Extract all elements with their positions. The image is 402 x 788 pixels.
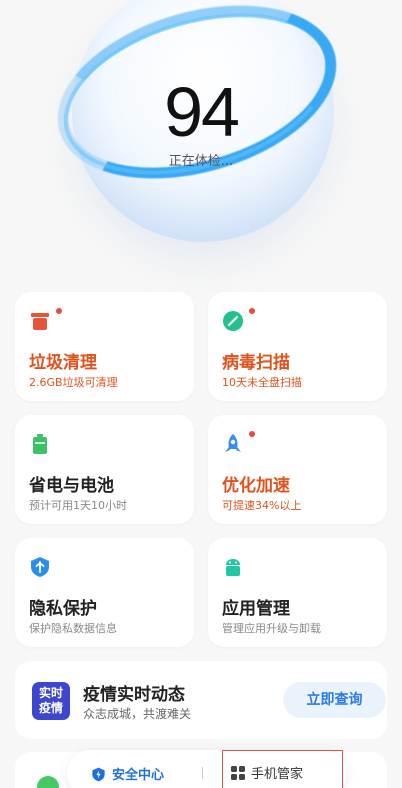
epidemic-banner[interactable]: 实时 疫情 疫情实时动态 众志成城，共渡难关 立即查询 [15,661,387,739]
green-app-icon [37,776,59,788]
card-title: 隐私保护 [29,599,97,619]
card-junk-clean[interactable]: 垃圾清理 2.6GB垃圾可清理 [15,292,194,401]
card-subtitle: 预计可用1天10小时 [29,499,127,512]
scan-status: 正在体检... [168,154,234,169]
logo-line1: 实时 [38,686,63,700]
card-virus-scan[interactable]: 病毒扫描 10天未全盘扫描 [208,292,387,401]
card-title: 省电与电池 [29,476,114,496]
logo-line2: 疫情 [38,701,63,715]
card-subtitle: 2.6GB垃圾可清理 [29,376,118,389]
tab-label: 手机管家 [251,767,304,782]
card-subtitle: 管理应用升级与卸载 [222,622,321,635]
banner-subtitle: 众志成城，共渡难关 [83,707,192,721]
epidemic-logo: 实时 疫情 [32,682,70,720]
tab-divider [202,767,203,779]
tab-phone-manager[interactable]: 手机管家 [222,750,343,788]
trash-icon [31,313,49,330]
rocket-icon [225,434,241,452]
card-title: 病毒扫描 [222,353,290,373]
card-battery[interactable]: 省电与电池 预计可用1天10小时 [15,415,194,524]
alert-dot [56,308,62,314]
tab-security-center[interactable]: 安全中心 [91,764,164,783]
android-icon [226,559,240,576]
grid-icon [231,766,245,780]
card-title: 优化加速 [222,476,290,496]
shield-scan-icon [223,311,243,331]
health-score: 94 [164,73,240,151]
banner-title: 疫情实时动态 [83,685,185,705]
query-now-button[interactable]: 立即查询 [283,682,386,718]
shield-icon [92,767,105,782]
tab-label: 安全中心 [112,768,165,783]
card-title: 应用管理 [222,599,290,619]
card-privacy[interactable]: 隐私保护 保护隐私数据信息 [15,538,194,647]
privacy-shield-icon [31,557,49,577]
card-subtitle: 10天未全盘扫描 [222,376,302,389]
bottom-tab-bar: 安全中心 手机管家 [67,750,347,788]
card-subtitle: 可提速34%以上 [222,499,302,512]
alert-dot [249,431,255,437]
card-app-manager[interactable]: 应用管理 管理应用升级与卸载 [208,538,387,647]
card-speed-up[interactable]: 优化加速 可提速34%以上 [208,415,387,524]
card-title: 垃圾清理 [29,353,97,373]
card-subtitle: 保护隐私数据信息 [29,622,117,635]
health-check-hero: 94 正在体检... [0,0,402,290]
battery-icon [33,434,47,454]
alert-dot [249,308,255,314]
